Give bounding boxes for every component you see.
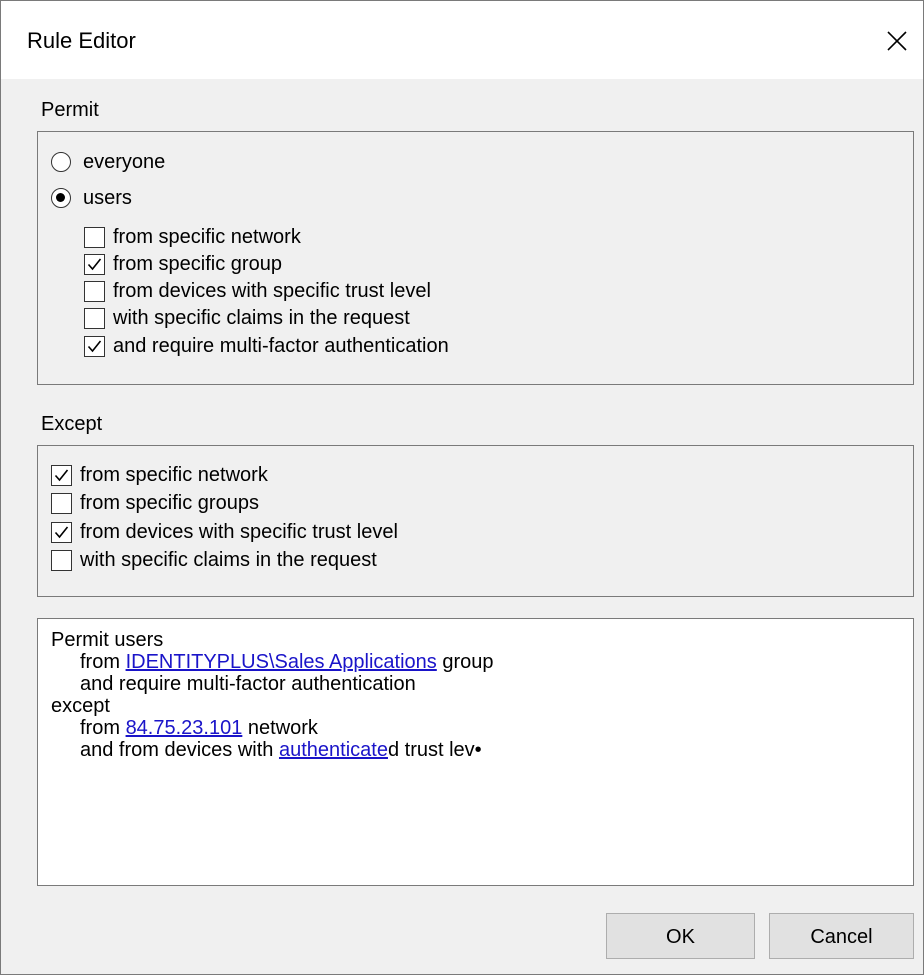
permit-group-label: from specific group: [113, 253, 282, 275]
summary-line-mfa: and require multi-factor authentication: [80, 673, 416, 695]
group-link[interactable]: IDENTITYPLUS\Sales Applications: [126, 651, 437, 673]
permit-condition-claims[interactable]: with specific claims in the request: [84, 305, 410, 331]
except-condition-trust-level[interactable]: from devices with specific trust level: [51, 519, 398, 545]
except-claims-checkbox[interactable]: [51, 549, 72, 571]
except-condition-network[interactable]: from specific network: [51, 462, 268, 488]
except-groups-label: from specific groups: [80, 492, 259, 514]
ok-button[interactable]: OK: [606, 913, 755, 959]
summary-line-trust-level: and from devices with authenticated trus…: [80, 739, 482, 761]
permit-network-label: from specific network: [113, 226, 301, 248]
except-trust-level-label: from devices with specific trust level: [80, 521, 398, 543]
except-groups-checkbox[interactable]: [51, 492, 72, 514]
permit-condition-mfa[interactable]: and require multi-factor authentication: [84, 333, 449, 359]
permit-claims-label: with specific claims in the request: [113, 307, 410, 329]
rule-summary: Permit users from IDENTITYPLUS\Sales App…: [37, 618, 914, 886]
permit-mfa-checkbox[interactable]: [84, 335, 105, 357]
network-link[interactable]: 84.75.23.101: [126, 717, 243, 739]
summary-line-group: from IDENTITYPLUS\Sales Applications gro…: [80, 651, 494, 673]
permit-group-box: everyone users from specific network fro…: [37, 131, 914, 385]
close-icon: [887, 31, 907, 51]
radio-users[interactable]: users: [51, 185, 132, 211]
checkmark-icon: [87, 258, 102, 270]
rule-editor-dialog: Rule Editor Permit everyone users from s…: [0, 0, 924, 975]
summary-line-network: from 84.75.23.101 network: [80, 717, 318, 739]
checkmark-icon: [54, 526, 69, 538]
except-network-label: from specific network: [80, 464, 268, 486]
radio-everyone[interactable]: everyone: [51, 149, 165, 175]
permit-trust-level-checkbox[interactable]: [84, 280, 105, 302]
permit-trust-level-label: from devices with specific trust level: [113, 280, 431, 302]
summary-group-text: group: [436, 651, 494, 673]
close-button[interactable]: [867, 15, 923, 65]
permit-network-checkbox[interactable]: [84, 226, 105, 248]
summary-line-permit: Permit users: [51, 629, 164, 651]
summary-from-network-text: from: [80, 717, 126, 739]
summary-line-except: except: [51, 695, 110, 717]
permit-condition-network[interactable]: from specific network: [84, 224, 301, 250]
permit-mfa-label: and require multi-factor authentication: [113, 335, 449, 357]
summary-devices-text: and from devices with: [80, 739, 279, 761]
checkmark-icon: [54, 469, 69, 481]
except-group-box: from specific network from specific grou…: [37, 445, 914, 597]
radio-button-everyone[interactable]: [51, 152, 71, 172]
summary-trust-level-text: d trust lev•: [387, 739, 482, 761]
radio-button-users[interactable]: [51, 188, 71, 208]
cancel-button[interactable]: Cancel: [769, 913, 914, 959]
except-condition-claims[interactable]: with specific claims in the request: [51, 547, 377, 573]
except-claims-label: with specific claims in the request: [80, 549, 377, 571]
summary-network-text: network: [242, 717, 318, 739]
except-condition-groups[interactable]: from specific groups: [51, 490, 259, 516]
permit-section-label: Permit: [41, 99, 99, 121]
except-section-label: Except: [41, 413, 103, 435]
except-network-checkbox[interactable]: [51, 464, 72, 486]
except-trust-level-checkbox[interactable]: [51, 521, 72, 543]
trust-level-link[interactable]: authenticate: [279, 739, 388, 761]
title-bar: Rule Editor: [1, 1, 923, 79]
permit-group-checkbox[interactable]: [84, 253, 105, 275]
dialog-title: Rule Editor: [27, 28, 136, 53]
summary-from-text: from: [80, 651, 126, 673]
permit-condition-trust-level[interactable]: from devices with specific trust level: [84, 278, 431, 304]
permit-claims-checkbox[interactable]: [84, 307, 105, 329]
radio-label-users: users: [83, 187, 132, 209]
permit-condition-group[interactable]: from specific group: [84, 251, 282, 277]
radio-label-everyone: everyone: [83, 151, 166, 173]
checkmark-icon: [87, 340, 102, 352]
